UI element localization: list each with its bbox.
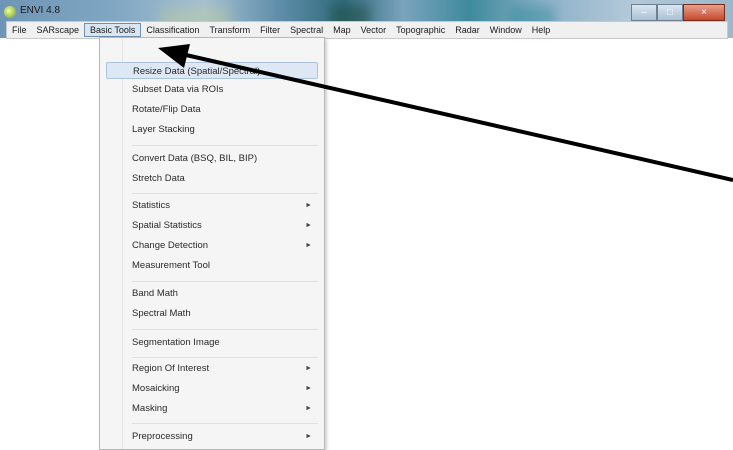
- annotation-arrow: [158, 44, 733, 182]
- annotation-arrow-shaft: [185, 53, 733, 182]
- annotation-arrow-head: [158, 44, 190, 68]
